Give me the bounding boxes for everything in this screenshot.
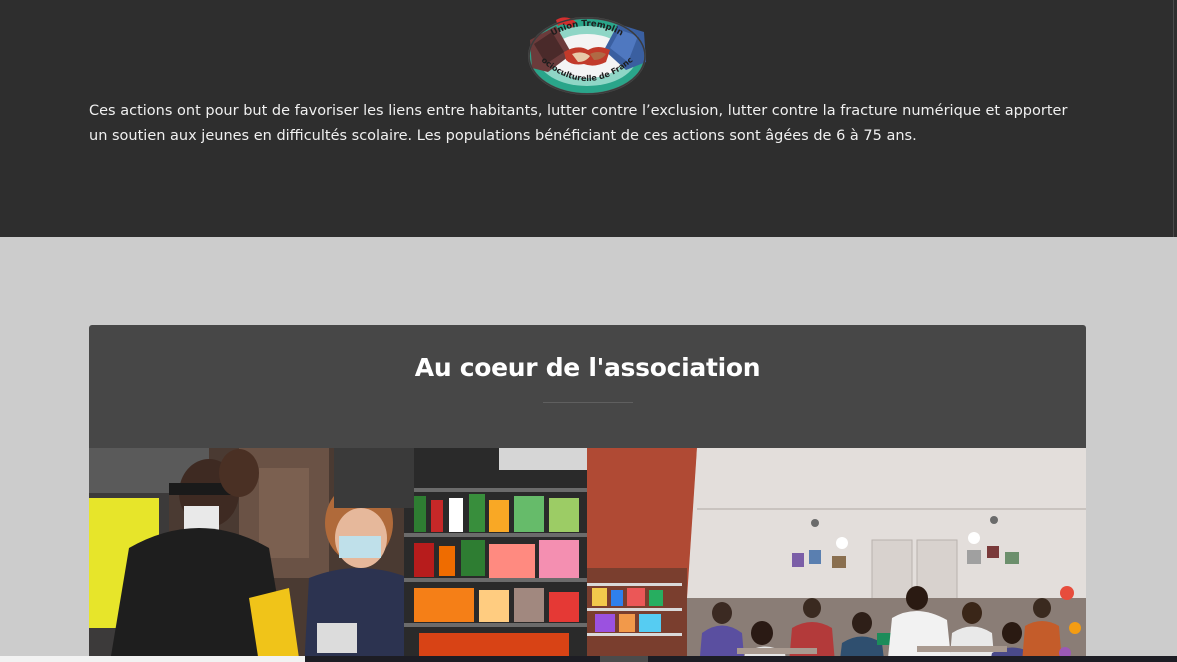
association-card: Au coeur de l'association xyxy=(89,325,1086,662)
section-title: Au coeur de l'association xyxy=(414,353,761,382)
intro-paragraph: Ces actions ont pour but de favoriser le… xyxy=(89,103,1068,144)
title-divider xyxy=(543,402,633,403)
intro-section: Union Tremplin Socioculturelle de France… xyxy=(0,0,1177,237)
food-distribution-photo[interactable] xyxy=(89,448,587,662)
bottom-strip-light xyxy=(0,656,305,662)
bottom-strip-mid xyxy=(600,656,648,662)
bottom-strip xyxy=(0,656,1177,662)
homework-help-photo[interactable] xyxy=(587,448,1086,662)
page: Union Tremplin Socioculturelle de France… xyxy=(0,0,1177,662)
scrollbar-edge xyxy=(1173,0,1174,237)
association-logo[interactable]: Union Tremplin Socioculturelle de France xyxy=(526,10,648,96)
